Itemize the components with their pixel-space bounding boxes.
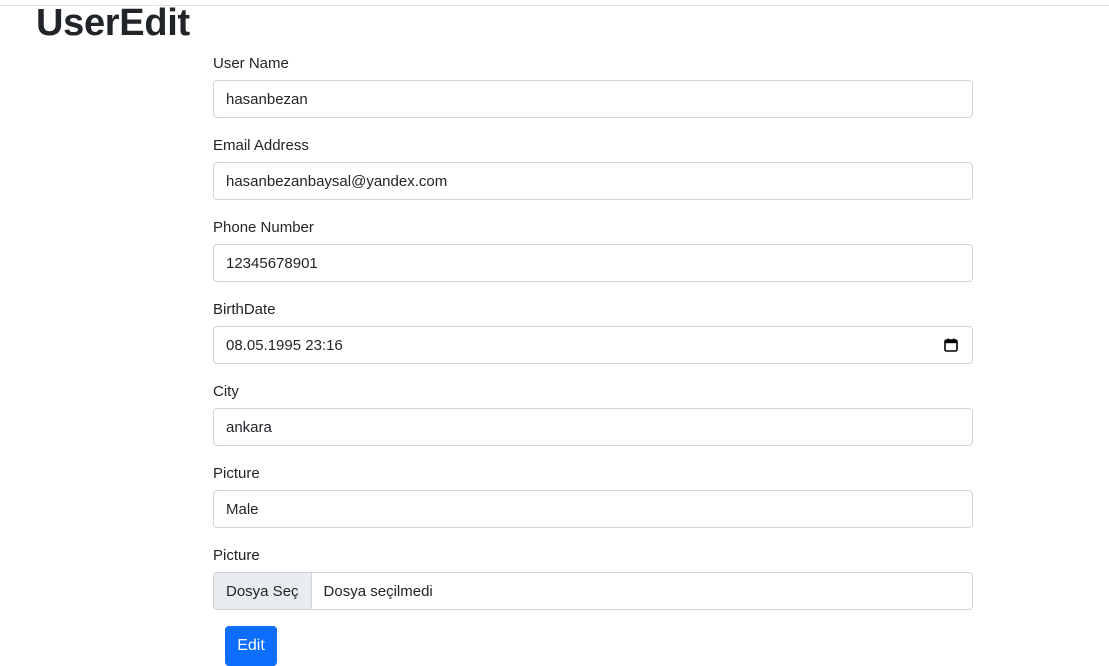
choose-file-button[interactable]: Dosya Seç [214,573,312,609]
email-input[interactable]: hasanbezanbaysal@yandex.com [213,162,973,200]
city-input[interactable]: ankara [213,408,973,446]
picture-file-group: Picture Dosya Seç Dosya seçilmedi [213,546,973,628]
username-input[interactable]: hasanbezan [213,80,973,118]
phone-input[interactable]: 12345678901 [213,244,973,282]
page-title: UserEdit [36,2,190,44]
birthdate-label: BirthDate [213,301,276,318]
city-group: City ankara [213,382,973,464]
file-status-text: Dosya seçilmedi [323,582,433,600]
birthdate-group: BirthDate 08.05.1995 23:16 [213,300,973,382]
username-label: User Name [213,55,289,72]
picture-text-label: Picture [213,465,260,482]
username-group: User Name hasanbezan [213,54,973,136]
edit-submit-button[interactable]: Edit [225,626,277,666]
picture-text-group: Picture Male [213,464,973,546]
picture-file-label: Picture [213,547,260,564]
email-value: hasanbezanbaysal@yandex.com [226,172,448,190]
picture-text-value: Male [226,500,259,518]
phone-group: Phone Number 12345678901 [213,218,973,300]
user-edit-form: User Name hasanbezan Email Address hasan… [213,54,973,628]
city-value: ankara [226,418,272,436]
phone-label: Phone Number [213,219,314,236]
picture-text-input[interactable]: Male [213,490,973,528]
phone-value: 12345678901 [226,254,318,272]
email-group: Email Address hasanbezanbaysal@yandex.co… [213,136,973,218]
username-value: hasanbezan [226,90,308,108]
calendar-icon[interactable] [944,338,958,352]
city-label: City [213,383,239,400]
birthdate-input[interactable]: 08.05.1995 23:16 [213,326,973,364]
email-label: Email Address [213,137,309,154]
birthdate-value: 08.05.1995 23:16 [226,336,343,354]
picture-file-input[interactable]: Dosya Seç Dosya seçilmedi [213,572,973,610]
